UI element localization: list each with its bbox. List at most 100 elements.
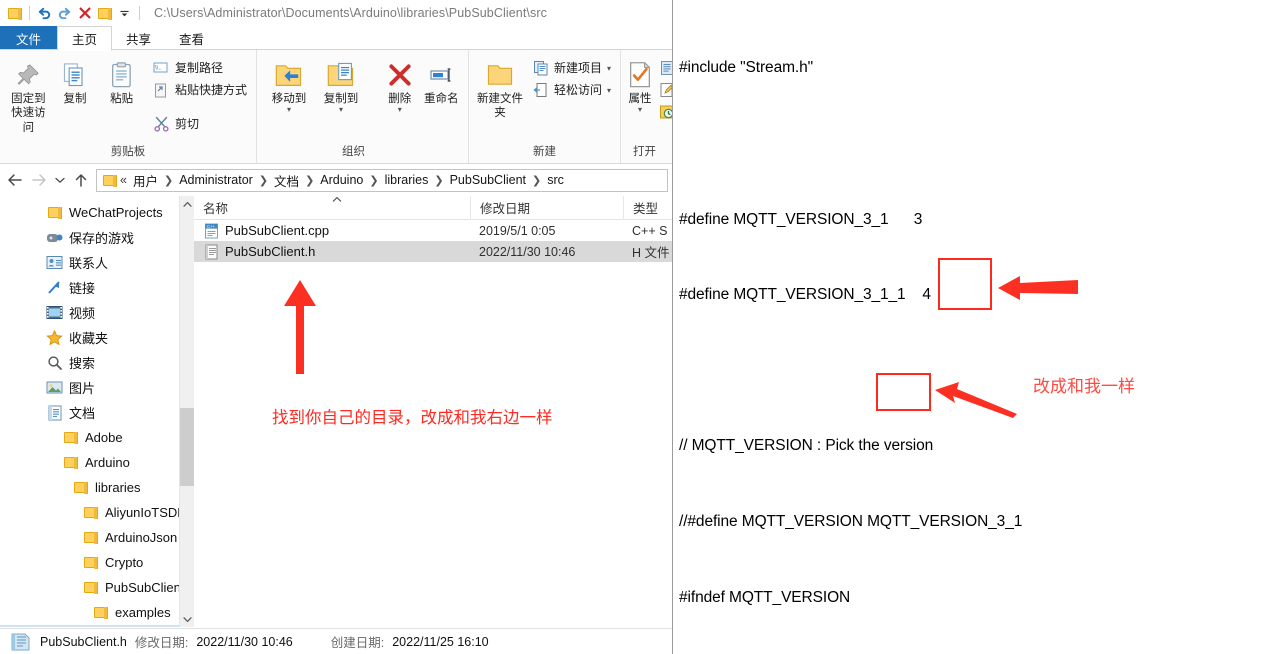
chevron-right-icon[interactable]: ❯ (303, 174, 316, 187)
chevron-right-icon[interactable]: ❯ (367, 174, 380, 187)
videos-icon (46, 304, 63, 321)
new-item-label: 新建项目 (554, 61, 603, 75)
chevron-right-icon[interactable]: ❯ (257, 174, 270, 187)
chevron-down-icon[interactable]: ▾ (398, 106, 402, 114)
sidebar-item-wechatprojects[interactable]: WeChatProjects (0, 200, 194, 225)
open-button[interactable]: 打开 (655, 58, 672, 77)
edit-button[interactable]: 编辑 (655, 80, 672, 99)
sidebar-item-search[interactable]: 搜索 (0, 350, 194, 375)
status-created-value: 2022/11/25 16:10 (392, 634, 489, 649)
scroll-up-icon[interactable] (180, 196, 194, 212)
recent-locations-button[interactable] (52, 169, 68, 191)
back-button[interactable] (4, 169, 26, 191)
sidebar-item-adobe[interactable]: Adobe (0, 425, 194, 450)
undo-icon[interactable] (36, 5, 53, 22)
address-path-box[interactable]: « 用户 ❯ Administrator ❯ 文档 ❯ Arduino ❯ li… (96, 168, 668, 192)
ribbon: 固定到快速访问 复制 粘贴 \\.. 复制路径 粘贴快捷方式 剪切 剪贴板 移动… (0, 50, 672, 164)
pin-to-quick-access-button[interactable]: 固定到快速访问 (6, 54, 51, 135)
table-row[interactable]: PubSubClient.h 2022/11/30 10:46 H 文件 (194, 241, 672, 262)
up-button[interactable] (70, 169, 92, 191)
sidebar-item-arduino[interactable]: Arduino (0, 450, 194, 475)
copy-to-button[interactable]: 复制到 ▾ (315, 54, 367, 114)
folder-icon (82, 579, 99, 596)
breadcrumb-item-src[interactable]: src (545, 173, 566, 187)
copy-path-button[interactable]: \\.. 复制路径 (150, 58, 250, 77)
scroll-down-icon[interactable] (180, 611, 194, 627)
ribbon-group-open: 属性 ▾ 打开 (620, 50, 672, 163)
chevron-down-icon[interactable]: ▾ (638, 106, 642, 114)
move-to-button[interactable]: 移动到 ▾ (263, 54, 315, 114)
tab-share[interactable]: 共享 (112, 26, 165, 50)
close-icon[interactable] (76, 5, 93, 22)
sidebar-item-label: 收藏夹 (69, 331, 109, 346)
breadcrumb-overflow[interactable]: « (120, 173, 129, 187)
sidebar-item-contacts[interactable]: 联系人 (0, 250, 194, 275)
tab-home[interactable]: 主页 (57, 26, 113, 51)
redo-icon[interactable] (56, 5, 73, 22)
breadcrumb-item-arduino[interactable]: Arduino (318, 173, 365, 187)
history-button[interactable]: 历史记录 (655, 102, 672, 121)
folder-icon (62, 429, 79, 446)
rename-button[interactable]: 重命名 (421, 54, 463, 106)
scrollbar-thumb[interactable] (180, 408, 194, 486)
breadcrumb-item-administrator[interactable]: Administrator (177, 173, 255, 187)
ribbon-group-clipboard-title: 剪贴板 (110, 146, 146, 158)
chevron-down-icon[interactable]: ▾ (287, 106, 291, 114)
folder-icon (62, 454, 79, 471)
svg-text:\\..: \\.. (155, 65, 162, 71)
chevron-down-icon[interactable] (116, 5, 133, 22)
sidebar-item-saved-games[interactable]: 保存的游戏 (0, 225, 194, 250)
column-header-type[interactable]: 类型 (623, 195, 672, 220)
pin-to-quick-access-label: 固定到快速访问 (11, 93, 46, 134)
column-header-name[interactable]: 名称 (194, 196, 470, 220)
documents-icon (46, 404, 63, 421)
chevron-down-icon[interactable]: ▾ (607, 64, 611, 73)
column-header-modified[interactable]: 修改日期 (470, 195, 623, 220)
history-icon (658, 103, 672, 120)
sidebar-item-arduinojson[interactable]: ArduinoJson (0, 525, 194, 550)
folder-properties-icon[interactable] (96, 5, 113, 22)
copy-path-label: 复制路径 (174, 61, 223, 75)
breadcrumb-item-libraries[interactable]: libraries (383, 173, 431, 187)
tab-file[interactable]: 文件 (0, 26, 58, 50)
sidebar-item-links[interactable]: 链接 (0, 275, 194, 300)
new-item-icon (532, 59, 549, 76)
sidebar-item-src[interactable]: src (0, 625, 194, 627)
breadcrumb-item-pubsubclient[interactable]: PubSubClient (448, 173, 528, 187)
table-row[interactable]: C++ PubSubClient.cpp 2019/5/1 0:05 C++ S (194, 220, 672, 241)
search-icon (46, 354, 63, 371)
sidebar-item-aliyuniotsdk[interactable]: AliyunIoTSDK (0, 500, 194, 525)
sidebar-item-videos[interactable]: 视频 (0, 300, 194, 325)
paste-button[interactable]: 粘贴 (99, 54, 144, 106)
sidebar-item-documents[interactable]: 文档 (0, 400, 194, 425)
breadcrumb-item-users[interactable]: 用户 (131, 171, 160, 190)
sidebar-item-pictures[interactable]: 图片 (0, 375, 194, 400)
new-item-button[interactable]: 新建项目 ▾ (529, 58, 614, 77)
properties-button[interactable]: 属性 ▾ (627, 54, 653, 114)
chevron-right-icon[interactable]: ❯ (162, 174, 175, 187)
folder-icon[interactable] (6, 5, 23, 22)
copy-button[interactable]: 复制 (53, 54, 98, 106)
breadcrumb-item-documents[interactable]: 文档 (272, 171, 301, 190)
new-folder-button[interactable]: 新建文件夹 (475, 54, 525, 121)
chevron-right-icon[interactable]: ❯ (530, 174, 543, 187)
chevron-down-icon[interactable]: ▾ (339, 106, 343, 114)
navigation-scrollbar[interactable] (179, 196, 194, 627)
cpp-file-icon: C++ (203, 223, 219, 239)
tab-view[interactable]: 查看 (165, 26, 218, 50)
sidebar-item-examples[interactable]: examples (0, 600, 194, 625)
paste-shortcut-button[interactable]: 粘贴快捷方式 (150, 80, 250, 99)
sidebar-item-crypto[interactable]: Crypto (0, 550, 194, 575)
easy-access-button[interactable]: 轻松访问 ▾ (529, 80, 614, 99)
ribbon-group-open-title: 打开 (633, 146, 657, 158)
sidebar-item-favorites[interactable]: 收藏夹 (0, 325, 194, 350)
annotation-note-right: 改成和我一样 (1033, 377, 1135, 397)
chevron-down-icon[interactable]: ▾ (607, 86, 611, 95)
cut-button[interactable]: 剪切 (150, 114, 250, 133)
chevron-right-icon[interactable]: ❯ (432, 174, 445, 187)
sidebar-item-libraries[interactable]: libraries (0, 475, 194, 500)
file-date-cell: 2019/5/1 0:05 (479, 223, 556, 238)
sidebar-item-pubsubclient[interactable]: PubSubClient (0, 575, 194, 600)
delete-button[interactable]: 删除 ▾ (379, 54, 421, 114)
